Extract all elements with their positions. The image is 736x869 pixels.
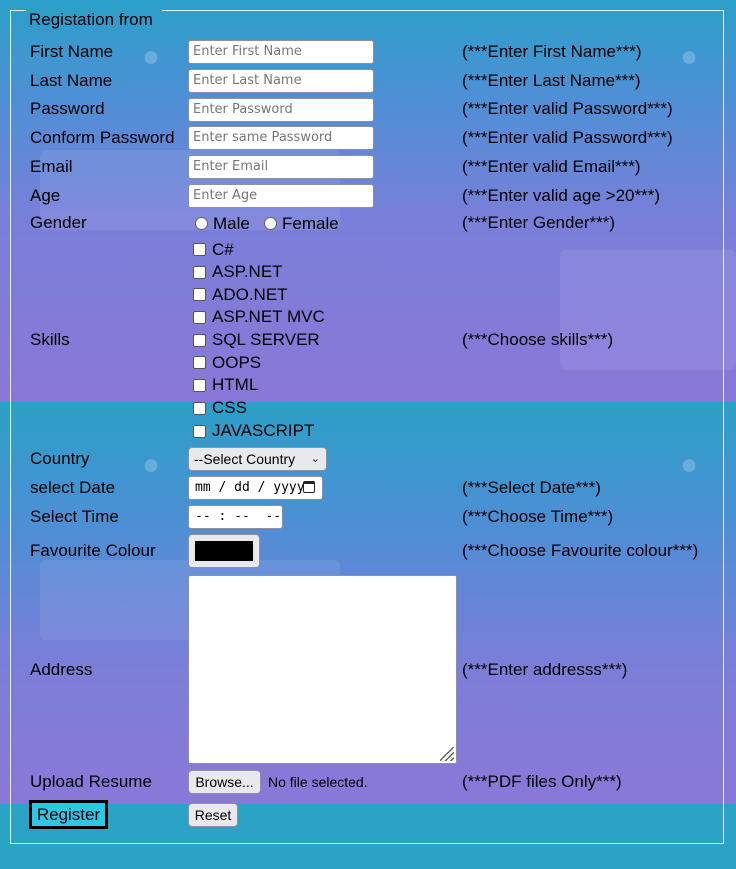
gender-female-radio[interactable] — [264, 217, 277, 230]
resume-hint: (***PDF files Only***) — [462, 772, 622, 791]
skill-javascript-label: JAVASCRIPT — [212, 421, 315, 440]
skill-adonet-checkbox[interactable] — [193, 288, 206, 301]
file-status: No file selected. — [268, 774, 368, 790]
resume-label: Upload Resume — [30, 772, 152, 791]
confirm-password-hint: (***Enter valid Password***) — [462, 128, 673, 147]
age-hint: (***Enter valid age >20***) — [462, 186, 660, 205]
skill-html-checkbox[interactable] — [193, 379, 206, 392]
password-label: Password — [30, 99, 105, 118]
gender-hint: (***Enter Gender***) — [462, 213, 616, 232]
skills-label: Skills — [30, 330, 70, 349]
skill-oops-label: OOPS — [212, 353, 262, 372]
skill-aspnet-checkbox[interactable] — [193, 266, 206, 279]
skills-hint: (***Choose skills***) — [462, 330, 614, 349]
confirm-password-input[interactable]: Enter same Password — [188, 126, 374, 150]
password-input[interactable]: Enter Password — [188, 98, 374, 122]
chevron-down-icon: ⌄ — [310, 453, 320, 465]
skill-css-checkbox[interactable] — [193, 402, 206, 415]
address-textarea[interactable] — [188, 575, 457, 764]
confirm-password-label: Conform Password — [30, 128, 175, 147]
last-name-label: Last Name — [30, 71, 113, 90]
register-button[interactable]: Register — [29, 800, 108, 829]
gender-male-radio[interactable] — [195, 217, 208, 230]
last-name-input[interactable]: Enter Last Name — [188, 69, 374, 93]
colour-swatch — [195, 541, 253, 561]
first-name-hint: (***Enter First Name***) — [462, 42, 642, 61]
address-hint: (***Enter addresss***) — [462, 660, 628, 679]
password-hint: (***Enter valid Password***) — [462, 99, 673, 118]
first-name-input[interactable]: Enter First Name — [188, 40, 374, 64]
address-label: Address — [30, 660, 93, 679]
skill-oops-checkbox[interactable] — [193, 356, 206, 369]
date-hint: (***Select Date***) — [462, 478, 601, 497]
skill-aspnetmvc-checkbox[interactable] — [193, 311, 206, 324]
age-label: Age — [30, 186, 61, 205]
skill-javascript-checkbox[interactable] — [193, 425, 206, 438]
time-hint: (***Choose Time***) — [462, 507, 614, 526]
gender-female-label: Female — [282, 214, 339, 233]
email-label: Email — [30, 157, 73, 176]
date-label: select Date — [30, 478, 116, 497]
first-name-label: First Name — [30, 42, 114, 61]
skill-sqlserver-checkbox[interactable] — [193, 334, 206, 347]
browse-button[interactable]: Browse... — [188, 770, 261, 794]
gender-label: Gender — [30, 213, 87, 232]
resize-grip-icon[interactable] — [440, 747, 454, 761]
calendar-icon[interactable] — [303, 481, 315, 493]
age-input[interactable]: Enter Age — [188, 184, 374, 208]
gender-male-label: Male — [213, 214, 250, 233]
skill-css-label: CSS — [212, 398, 247, 417]
skill-sqlserver-label: SQL SERVER — [212, 330, 320, 349]
date-value: mm / dd / yyyy — [195, 480, 305, 495]
reset-button[interactable]: Reset — [188, 803, 238, 827]
skill-csharp-checkbox[interactable] — [193, 243, 206, 256]
colour-label: Favourite Colour — [30, 541, 156, 560]
time-label: Select Time — [30, 507, 119, 526]
email-input[interactable]: Enter Email — [188, 155, 374, 179]
skill-csharp-label: C# — [212, 240, 234, 259]
date-input[interactable]: mm / dd / yyyy — [188, 476, 323, 500]
skill-html-label: HTML — [212, 375, 259, 394]
colour-hint: (***Choose Favourite colour***) — [462, 541, 699, 560]
skill-adonet-label: ADO.NET — [212, 285, 288, 304]
last-name-hint: (***Enter Last Name***) — [462, 71, 641, 90]
time-input[interactable]: -- : -- -- — [188, 505, 283, 529]
email-hint: (***Enter valid Email***) — [462, 157, 641, 176]
country-select[interactable]: --Select Country ⌄ — [188, 447, 327, 471]
form-legend: Registation from — [29, 10, 153, 29]
skill-aspnetmvc-label: ASP.NET MVC — [212, 307, 325, 326]
country-selected-value: --Select Country — [194, 451, 296, 467]
skill-aspnet-label: ASP.NET — [212, 262, 283, 281]
country-label: Country — [30, 449, 90, 468]
colour-picker[interactable] — [188, 534, 260, 568]
